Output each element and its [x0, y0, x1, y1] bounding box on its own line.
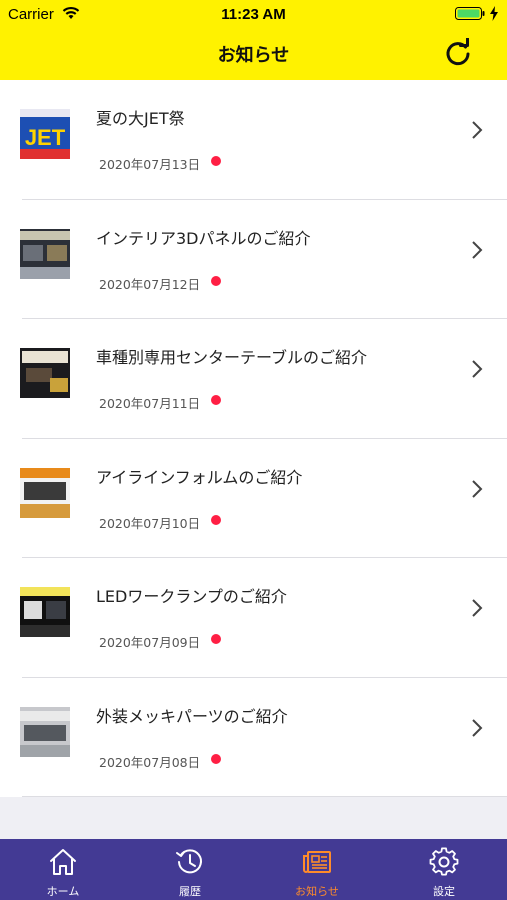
page-title: お知らせ — [217, 45, 290, 66]
nav-bar: お知らせ — [0, 28, 507, 80]
status-bar: Carrier 11:23 AM — [0, 0, 507, 28]
unread-badge — [211, 395, 221, 405]
news-date: 2020年07月08日 — [99, 754, 201, 770]
news-item[interactable]: JET 夏の大JET祭 2020年07月13日 — [0, 80, 507, 200]
news-date: 2020年07月11日 — [99, 396, 201, 411]
news-title: LEDワークランプのご紹介 — [96, 587, 287, 606]
news-item[interactable]: LEDワークランプのご紹介 2020年07月09日 — [0, 558, 507, 678]
chevron-right-icon — [472, 360, 483, 378]
news-thumbnail: JET — [20, 109, 70, 159]
news-thumbnail — [20, 467, 70, 518]
news-item[interactable]: アイラインフォルムのご紹介 2020年07月10日 — [0, 439, 507, 558]
tab-home[interactable]: ホーム — [0, 839, 126, 900]
divider — [22, 796, 507, 797]
refresh-icon[interactable] — [443, 38, 473, 68]
tab-bar: ホーム 履歴 お知らせ 設定 — [0, 839, 507, 900]
news-item[interactable]: 外装メッキパーツのご紹介 2020年07月08日 — [0, 678, 507, 797]
chevron-right-icon — [472, 240, 483, 259]
news-title: インテリア3Dパネルのご紹介 — [96, 228, 311, 248]
chevron-right-icon — [472, 479, 483, 498]
newspaper-icon — [303, 851, 331, 873]
history-icon — [176, 849, 202, 874]
status-time: 11:23 AM — [221, 6, 286, 23]
unread-badge — [211, 156, 221, 166]
chevron-right-icon — [472, 121, 483, 139]
news-date: 2020年07月13日 — [99, 157, 201, 172]
chevron-right-icon — [472, 599, 483, 617]
news-list: JET 夏の大JET祭 2020年07月13日 インテリア3Dパネルのご紹介 2… — [0, 80, 507, 797]
news-date: 2020年07月12日 — [99, 276, 201, 292]
news-title: 夏の大JET祭 — [96, 109, 185, 128]
unread-badge — [211, 275, 221, 286]
news-date: 2020年07月09日 — [99, 635, 201, 650]
news-title: 車種別専用センターテーブルのご紹介 — [96, 348, 368, 367]
news-date: 2020年07月10日 — [99, 515, 201, 531]
gear-icon — [429, 847, 459, 876]
news-item[interactable]: インテリア3Dパネルのご紹介 2020年07月12日 — [0, 200, 507, 319]
tab-settings[interactable]: 設定 — [381, 839, 507, 900]
tab-news[interactable]: お知らせ — [254, 839, 380, 900]
thumbnail-text: JET — [25, 125, 66, 150]
tab-label: 履歴 — [179, 885, 201, 898]
chevron-right-icon — [472, 718, 483, 737]
tab-label: 設定 — [433, 885, 455, 898]
news-item[interactable]: 車種別専用センターテーブルのご紹介 2020年07月11日 — [0, 319, 507, 439]
news-thumbnail — [20, 587, 70, 637]
home-icon — [50, 849, 76, 875]
charging-icon — [490, 6, 498, 21]
unread-badge — [211, 753, 221, 764]
news-title: 外装メッキパーツのご紹介 — [96, 706, 288, 726]
tab-history[interactable]: 履歴 — [127, 839, 253, 900]
unread-badge — [211, 634, 221, 644]
battery-icon — [455, 7, 485, 20]
news-thumbnail — [20, 348, 70, 398]
news-thumbnail — [20, 706, 70, 757]
news-title: アイラインフォルムのご紹介 — [96, 467, 303, 487]
tab-label: お知らせ — [295, 885, 339, 898]
unread-badge — [211, 514, 221, 525]
news-thumbnail — [20, 228, 70, 279]
tab-label: ホーム — [46, 885, 80, 898]
